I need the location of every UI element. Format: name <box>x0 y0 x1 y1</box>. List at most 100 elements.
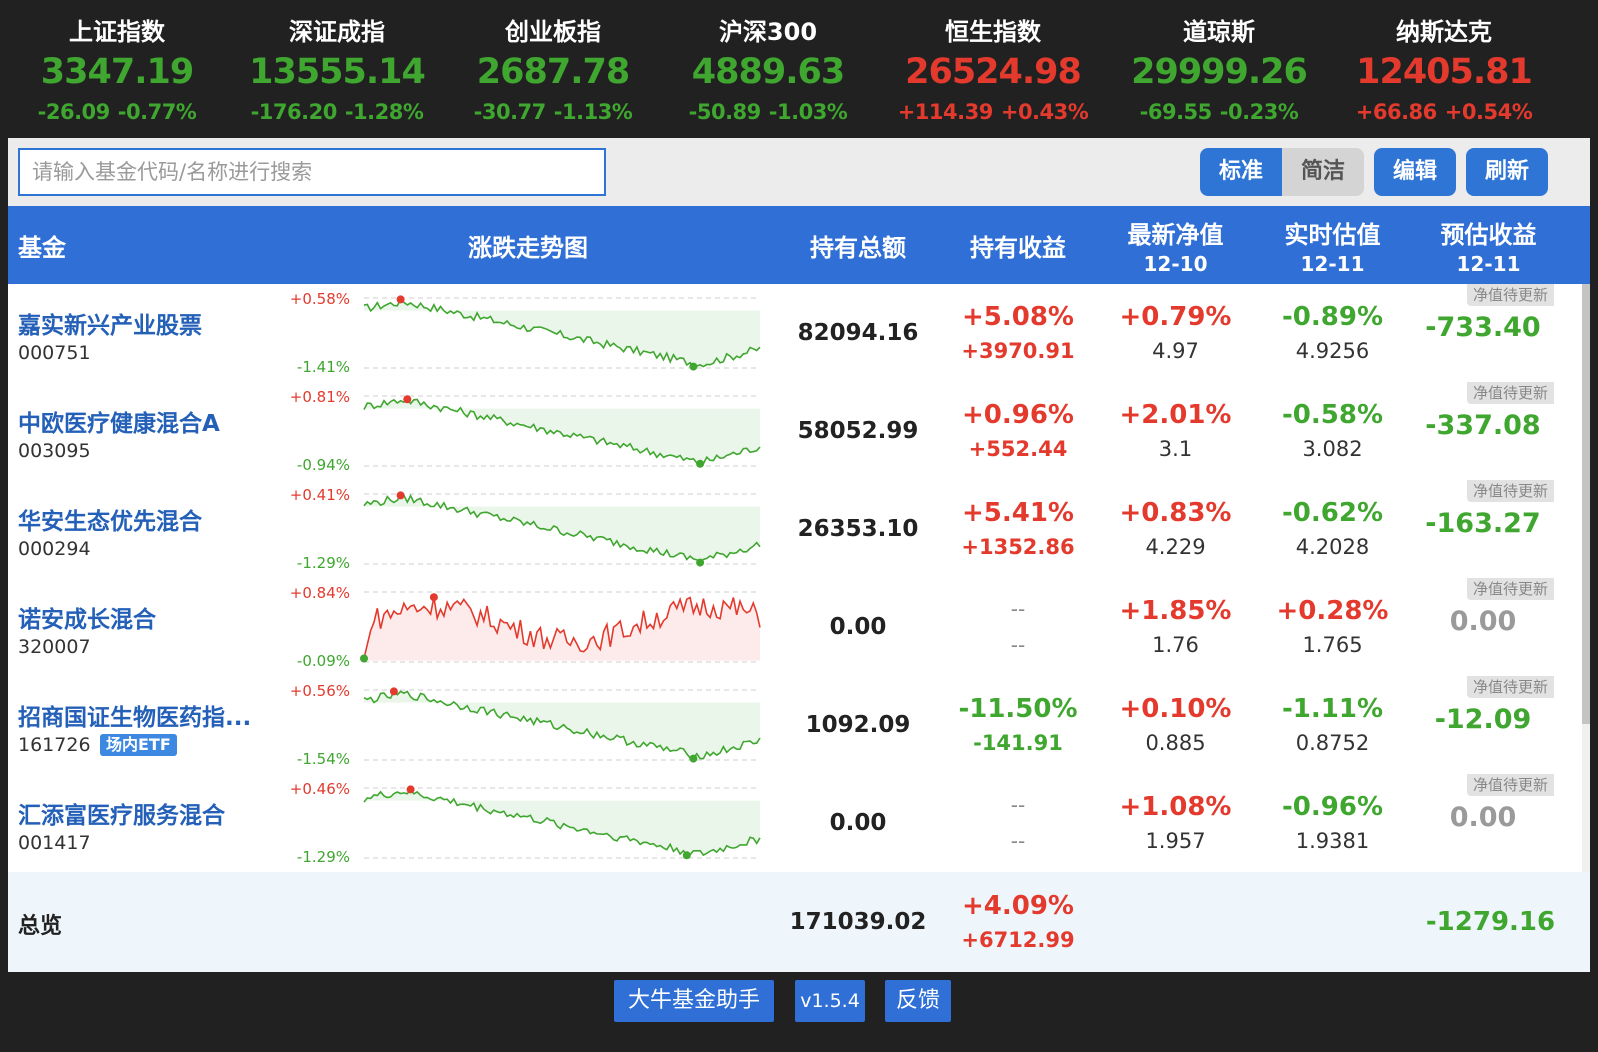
trend-min-label: -0.09% <box>296 652 350 670</box>
hold-pct: -- <box>1010 597 1026 621</box>
amount-cell[interactable]: 58052.99 <box>788 382 928 480</box>
trend-chart: +0.56% -1.54% <box>278 676 778 774</box>
max-point <box>403 395 412 404</box>
summary-row: 总览 171039.02 +4.09% +6712.99 -1279.16 <box>8 872 1590 972</box>
trend-sparkline <box>363 687 761 763</box>
hold-pct: +5.08% <box>962 302 1074 332</box>
nav-pending-badge: 净值待更新 <box>1466 284 1554 306</box>
nav-cell: +0.10% 0.885 <box>1103 676 1248 774</box>
app-name-button[interactable]: 大牛基金助手 <box>614 980 774 1022</box>
hold-pct: -11.50% <box>958 694 1078 724</box>
header-estimate[interactable]: 实时估值 12-11 <box>1260 206 1405 284</box>
table-row[interactable]: 诺安成长混合 320007 +0.84% -0.09% 0.00 -- -- +… <box>8 578 1590 676</box>
amount-cell[interactable]: 26353.10 <box>788 480 928 578</box>
summary-label: 总览 <box>18 914 63 939</box>
header-est-profit[interactable]: 预估收益 12-11 <box>1416 206 1561 284</box>
hold-pct: +0.96% <box>962 400 1074 430</box>
table-row[interactable]: 嘉实新兴产业股票 000751 +0.58% -1.41% 82094.16 +… <box>8 284 1590 382</box>
trend-min-label: -1.54% <box>296 750 350 768</box>
hold-amount: +3970.91 <box>961 339 1075 363</box>
hold-profit-cell: -- -- <box>948 578 1088 676</box>
hold-amount-total: 82094.16 <box>797 320 919 346</box>
estimate-pct: -1.11% <box>1282 694 1383 724</box>
fund-name[interactable]: 诺安成长混合 <box>18 600 156 634</box>
index-name: 纳斯达克 <box>1396 18 1492 46</box>
trend-min-label: -1.29% <box>296 554 350 572</box>
nav-value: 0.885 <box>1145 731 1206 755</box>
feedback-button[interactable]: 反馈 <box>885 980 951 1022</box>
min-point <box>696 459 705 468</box>
summary-profit-cell: +4.09% +6712.99 <box>948 872 1088 972</box>
estimated-profit: 0.00 <box>1449 606 1517 637</box>
amount-cell[interactable]: 82094.16 <box>788 284 928 382</box>
trend-sparkline <box>360 591 761 663</box>
header-nav[interactable]: 最新净值 12-10 <box>1103 206 1248 284</box>
estimate-cell: -0.62% 4.2028 <box>1260 480 1405 578</box>
fund-code: 161726 <box>18 734 91 756</box>
amount-cell[interactable]: 1092.09 <box>788 676 928 774</box>
summary-hold-pct: +4.09% <box>962 891 1074 921</box>
scrollbar-thumb[interactable] <box>1582 284 1590 724</box>
header-hold-profit[interactable]: 持有收益 <box>948 206 1088 284</box>
mode-standard-button[interactable]: 标准 <box>1200 148 1282 196</box>
table-row[interactable]: 汇添富医疗服务混合 001417 +0.46% -1.29% 0.00 -- -… <box>8 774 1590 872</box>
hold-amount-total: 58052.99 <box>797 418 919 444</box>
nav-cell: +1.85% 1.76 <box>1103 578 1248 676</box>
min-point <box>682 851 691 860</box>
hold-amount-total: 1092.09 <box>805 712 911 738</box>
header-fund[interactable]: 基金 <box>18 206 66 284</box>
refresh-button[interactable]: 刷新 <box>1466 148 1548 196</box>
scrollbar[interactable] <box>1582 284 1590 872</box>
trend-min-label: -1.41% <box>296 358 350 376</box>
fund-code: 320007 <box>18 636 91 658</box>
estimate-value: 1.9381 <box>1295 829 1370 853</box>
nav-cell: +0.83% 4.229 <box>1103 480 1248 578</box>
fund-name[interactable]: 汇添富医疗服务混合 <box>18 796 225 830</box>
nav-pending-badge: 净值待更新 <box>1466 578 1554 600</box>
index-change: -30.77 -1.13% <box>473 100 633 124</box>
version-button[interactable]: v1.5.4 <box>795 980 865 1022</box>
estimate-value: 1.765 <box>1302 633 1363 657</box>
table-row[interactable]: 招商国证生物医药指... 161726 场内ETF +0.56% -1.54% … <box>8 676 1590 774</box>
table-row[interactable]: 中欧医疗健康混合A 003095 +0.81% -0.94% 58052.99 … <box>8 382 1590 480</box>
amount-cell[interactable]: 0.00 <box>788 774 928 872</box>
table-row[interactable]: 华安生态优先混合 000294 +0.41% -1.29% 26353.10 +… <box>8 480 1590 578</box>
estimate-pct: -0.62% <box>1282 498 1383 528</box>
nav-value: 4.97 <box>1152 339 1199 363</box>
index-change: -50.89 -1.03% <box>688 100 848 124</box>
estimated-profit: -337.08 <box>1425 410 1541 441</box>
summary-amount: 171039.02 <box>789 909 927 935</box>
amount-cell[interactable]: 0.00 <box>788 578 928 676</box>
hold-pct: +5.41% <box>962 498 1074 528</box>
nav-pending-badge: 净值待更新 <box>1466 382 1554 404</box>
mode-simple-button[interactable]: 简洁 <box>1282 148 1364 196</box>
index-name: 创业板指 <box>505 18 601 46</box>
edit-button[interactable]: 编辑 <box>1374 148 1456 196</box>
max-point <box>396 295 405 304</box>
fund-name[interactable]: 招商国证生物医药指... <box>18 698 251 732</box>
hold-amount: +552.44 <box>968 437 1068 461</box>
min-point <box>689 362 698 371</box>
trend-max-label: +0.58% <box>289 290 350 308</box>
search-input[interactable] <box>20 150 604 194</box>
nav-pending-badge: 净值待更新 <box>1466 676 1554 698</box>
index-value: 29999.26 <box>1131 52 1308 92</box>
fund-name[interactable]: 华安生态优先混合 <box>18 502 202 536</box>
nav-value: 3.1 <box>1158 437 1193 461</box>
index-name: 上证指数 <box>69 18 165 46</box>
fund-code: 000751 <box>18 342 91 364</box>
trend-chart: +0.81% -0.94% <box>278 382 778 480</box>
trend-area <box>364 789 760 856</box>
index-value: 4889.63 <box>691 52 845 92</box>
fund-name[interactable]: 中欧医疗健康混合A <box>18 404 220 438</box>
hold-pct: -- <box>1010 793 1026 817</box>
fund-panel: 标准 简洁 编辑 刷新 基金 涨跌走势图 持有总额 持有收益 最新净值12-10… <box>8 138 1590 972</box>
header-amount[interactable]: 持有总额 <box>788 206 928 284</box>
index-name: 恒生指数 <box>945 18 1041 46</box>
search-box[interactable] <box>18 148 606 196</box>
nav-cell: +1.08% 1.957 <box>1103 774 1248 872</box>
summary-est-profit-cell: -1279.16 <box>1408 872 1573 972</box>
hold-profit-cell: +0.96% +552.44 <box>948 382 1088 480</box>
fund-name[interactable]: 嘉实新兴产业股票 <box>18 306 202 340</box>
nav-cell: +2.01% 3.1 <box>1103 382 1248 480</box>
